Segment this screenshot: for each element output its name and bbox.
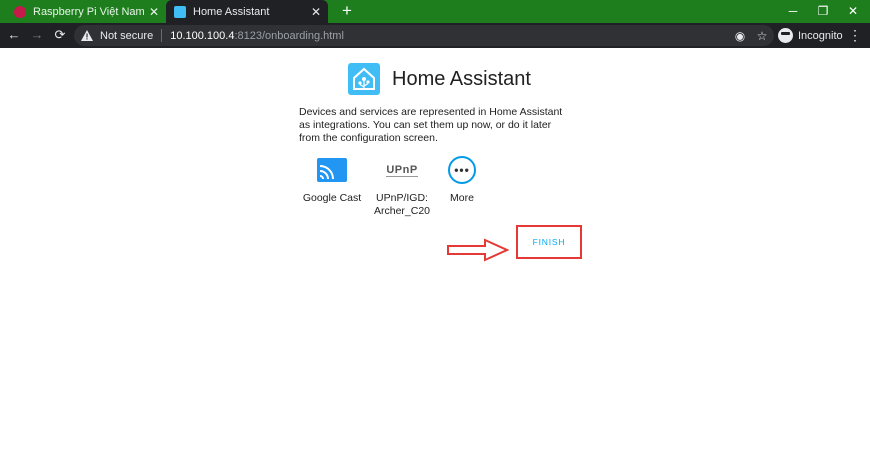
star-icon[interactable]: ☆: [754, 29, 770, 43]
warning-icon[interactable]: [80, 29, 94, 43]
upnp-logo: UPnP: [386, 163, 418, 177]
tab-title: Home Assistant: [193, 5, 270, 18]
security-label: Not secure: [100, 29, 154, 42]
close-icon[interactable]: ✕: [308, 5, 324, 19]
integration-more[interactable]: ••• More: [429, 154, 495, 205]
integration-name: More: [450, 192, 474, 204]
intro-text: Devices and services are represented in …: [299, 106, 563, 144]
url-host: 10.100.100.4: [170, 29, 235, 42]
home-assistant-icon: [174, 5, 186, 18]
upnp-icon: UPnP: [386, 154, 418, 186]
arrow-annotation-icon: [447, 238, 509, 262]
tab-raspberry-pi[interactable]: Raspberry Pi Việt Nam - Nhà Phâ ✕: [8, 0, 166, 23]
integration-google-cast[interactable]: Google Cast: [299, 154, 365, 205]
finish-button[interactable]: FINISH: [518, 227, 580, 257]
incognito-icon: [778, 28, 793, 43]
incognito-indicator[interactable]: Incognito: [778, 25, 843, 46]
menu-icon[interactable]: ⋮: [848, 26, 862, 44]
page-title: Home Assistant: [392, 67, 531, 90]
raspberry-pi-icon: [14, 5, 26, 18]
onboarding-header: Home Assistant: [348, 63, 531, 95]
close-icon[interactable]: ✕: [146, 5, 162, 19]
window-close-icon[interactable]: ✕: [838, 0, 868, 23]
address-bar[interactable]: Not secure 10.100.100.4:8123/onboarding.…: [74, 25, 774, 46]
tab-strip: Raspberry Pi Việt Nam - Nhà Phâ ✕ Home A…: [0, 0, 870, 23]
profile-label: Incognito: [798, 29, 843, 42]
tab-title: Raspberry Pi Việt Nam - Nhà Phâ: [33, 5, 146, 18]
eye-off-icon[interactable]: ◉: [732, 29, 748, 43]
home-assistant-logo-icon: [348, 63, 380, 95]
tab-home-assistant[interactable]: Home Assistant ✕: [166, 0, 328, 23]
back-icon[interactable]: ←: [4, 25, 24, 45]
new-tab-button[interactable]: +: [337, 1, 357, 21]
integration-upnp[interactable]: UPnP UPnP/IGD: Archer_C20: [369, 154, 435, 218]
restore-icon[interactable]: ❐: [808, 0, 838, 23]
more-icon: •••: [446, 154, 478, 186]
url-path: :8123/onboarding.html: [234, 29, 344, 42]
forward-icon[interactable]: →: [27, 25, 47, 45]
cast-icon: [316, 154, 348, 186]
browser-toolbar: ← → ⟳ Not secure 10.100.100.4:8123/onboa…: [0, 23, 870, 48]
minimize-icon[interactable]: ─: [778, 0, 808, 23]
integration-name: UPnP/IGD: Archer_C20: [373, 192, 431, 217]
reload-icon[interactable]: ⟳: [50, 25, 70, 45]
integration-name: Google Cast: [302, 192, 362, 204]
divider: [161, 29, 163, 42]
